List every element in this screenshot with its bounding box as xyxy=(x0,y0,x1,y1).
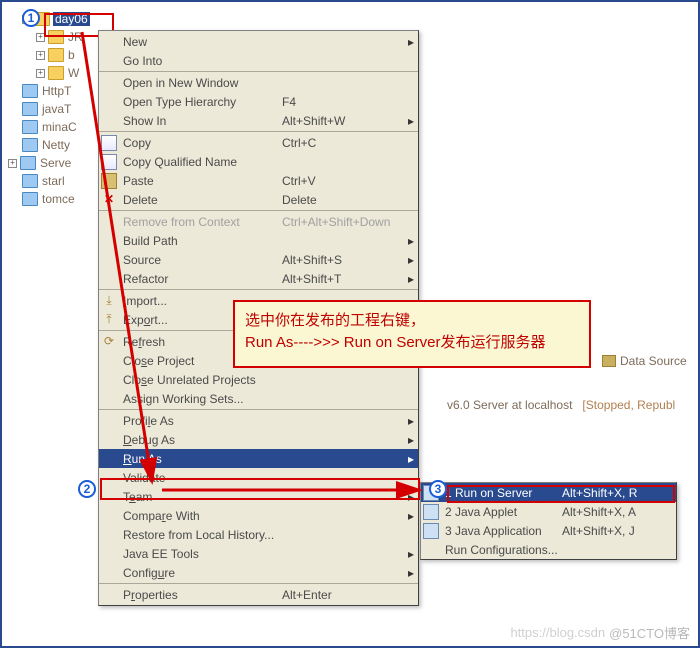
submenu-run-on-server[interactable]: 1 Run on ServerAlt+Shift+X, R xyxy=(421,483,676,502)
tree-expand-icon[interactable]: + xyxy=(8,159,17,168)
menu-team[interactable]: Team▸ xyxy=(99,487,418,506)
project-icon xyxy=(22,84,38,98)
menu-open-new-window[interactable]: Open in New Window xyxy=(99,73,418,92)
menu-build-path[interactable]: Build Path▸ xyxy=(99,231,418,250)
refresh-icon: ⟳ xyxy=(101,334,117,350)
export-icon: ⤒ xyxy=(101,312,117,328)
tree-label: b xyxy=(67,48,76,62)
watermark: https://blog.csdn @51CTO博客 xyxy=(510,623,690,642)
tree-label: Serve xyxy=(39,156,72,170)
copy-icon xyxy=(101,154,117,170)
project-icon xyxy=(22,174,38,188)
java-app-icon xyxy=(423,523,439,539)
tree-expand-icon[interactable]: + xyxy=(36,69,45,78)
server-row[interactable]: v6.0 Server at localhost [Stopped, Repub… xyxy=(447,398,675,412)
menu-javaee-tools[interactable]: Java EE Tools▸ xyxy=(99,544,418,563)
menu-copy-qualified[interactable]: Copy Qualified Name xyxy=(99,152,418,171)
menu-paste[interactable]: PasteCtrl+V xyxy=(99,171,418,190)
menu-refactor[interactable]: RefactorAlt+Shift+T▸ xyxy=(99,269,418,288)
callout-box: 选中你在发布的工程右键， Run As---->>> Run on Server… xyxy=(233,300,591,368)
folder-icon xyxy=(48,66,64,80)
menu-remove-context: Remove from ContextCtrl+Alt+Shift+Down xyxy=(99,212,418,231)
menu-open-type-hierarchy[interactable]: Open Type HierarchyF4 xyxy=(99,92,418,111)
menu-close-unrelated[interactable]: Close Unrelated Projects xyxy=(99,370,418,389)
menu-copy[interactable]: CopyCtrl+C xyxy=(99,133,418,152)
step-marker-3: 3 xyxy=(429,480,447,498)
menu-configure[interactable]: Configure▸ xyxy=(99,563,418,582)
applet-icon xyxy=(423,504,439,520)
tree-label: tomce xyxy=(41,192,76,206)
folder-icon xyxy=(48,48,64,62)
menu-debug-as[interactable]: Debug As▸ xyxy=(99,430,418,449)
app-frame: − day06 + JR + b + W HttpT javaT xyxy=(0,0,700,648)
submenu-java-applet[interactable]: 2 Java AppletAlt+Shift+X, A xyxy=(421,502,676,521)
import-icon: ⤓ xyxy=(101,293,117,309)
server-state: [Stopped, Republ xyxy=(582,398,675,412)
menu-assign-ws[interactable]: Assign Working Sets... xyxy=(99,389,418,408)
project-icon xyxy=(20,156,36,170)
paste-icon xyxy=(101,173,117,189)
menu-go-into[interactable]: Go Into xyxy=(99,51,418,70)
delete-icon: ✕ xyxy=(101,192,117,208)
project-icon xyxy=(22,192,38,206)
tree-label: starl xyxy=(41,174,66,188)
menu-compare-with[interactable]: Compare With▸ xyxy=(99,506,418,525)
tree-expand-icon[interactable]: + xyxy=(36,51,45,60)
datasource-icon xyxy=(602,355,616,367)
tree-label: HttpT xyxy=(41,84,72,98)
menu-run-as[interactable]: Run As▸ xyxy=(99,449,418,468)
menu-properties[interactable]: PropertiesAlt+Enter xyxy=(99,585,418,604)
copy-icon xyxy=(101,135,117,151)
callout-line-2: Run As---->>> Run on Server发布运行服务器 xyxy=(245,332,579,354)
tree-label: Netty xyxy=(41,138,71,152)
menu-source[interactable]: SourceAlt+Shift+S▸ xyxy=(99,250,418,269)
menu-delete[interactable]: ✕DeleteDelete xyxy=(99,190,418,209)
submenu-run-as[interactable]: 1 Run on ServerAlt+Shift+X, R 2 Java App… xyxy=(420,482,677,560)
menu-restore-history[interactable]: Restore from Local History... xyxy=(99,525,418,544)
tree-label: javaT xyxy=(41,102,72,116)
project-icon xyxy=(22,102,38,116)
data-source-tab[interactable]: Data Source xyxy=(602,354,687,368)
server-label: v6.0 Server at localhost xyxy=(447,398,572,412)
menu-validate[interactable]: Validate xyxy=(99,468,418,487)
menu-profile-as[interactable]: Profile As▸ xyxy=(99,411,418,430)
submenu-run-config[interactable]: Run Configurations... xyxy=(421,540,676,559)
step-marker-1: 1 xyxy=(22,9,40,27)
callout-line-1: 选中你在发布的工程右键， xyxy=(245,310,579,332)
submenu-java-application[interactable]: 3 Java ApplicationAlt+Shift+X, J xyxy=(421,521,676,540)
project-icon xyxy=(22,138,38,152)
step-marker-2: 2 xyxy=(78,480,96,498)
project-icon xyxy=(22,120,38,134)
tree-label: W xyxy=(67,66,80,80)
tree-label: minaC xyxy=(41,120,78,134)
menu-show-in[interactable]: Show InAlt+Shift+W▸ xyxy=(99,111,418,130)
data-source-label: Data Source xyxy=(620,354,687,368)
menu-new[interactable]: New▸ xyxy=(99,32,418,51)
